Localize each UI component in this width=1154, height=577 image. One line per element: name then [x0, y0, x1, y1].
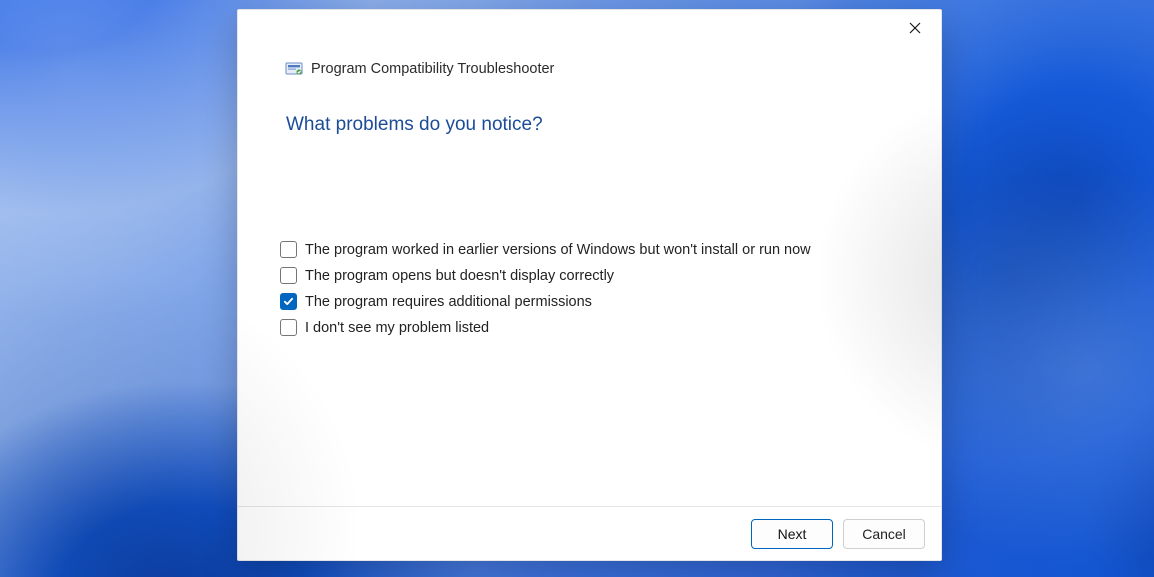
checkbox-icon — [280, 293, 297, 310]
option-label: The program requires additional permissi… — [305, 294, 592, 310]
checkbox-icon — [280, 267, 297, 284]
desktop-background: Program Compatibility Troubleshooter Wha… — [0, 0, 1154, 577]
close-icon — [909, 21, 921, 39]
troubleshooter-icon — [285, 60, 303, 78]
next-button[interactable]: Next — [751, 519, 833, 549]
checkbox-icon — [280, 319, 297, 336]
dialog-footer: Next Cancel — [238, 506, 941, 560]
option-label: The program opens but doesn't display co… — [305, 268, 614, 284]
cancel-button[interactable]: Cancel — [843, 519, 925, 549]
dialog-question: What problems do you notice? — [238, 78, 941, 136]
option-not-listed[interactable]: I don't see my problem listed — [280, 319, 941, 336]
option-label: I don't see my problem listed — [305, 320, 489, 336]
dialog-title: Program Compatibility Troubleshooter — [311, 61, 554, 77]
troubleshooter-window: Program Compatibility Troubleshooter Wha… — [237, 9, 942, 561]
checkbox-icon — [280, 241, 297, 258]
option-label: The program worked in earlier versions o… — [305, 242, 811, 258]
close-button[interactable] — [899, 16, 931, 44]
option-needs-permissions[interactable]: The program requires additional permissi… — [280, 293, 941, 310]
options-list: The program worked in earlier versions o… — [238, 136, 941, 336]
option-earlier-versions[interactable]: The program worked in earlier versions o… — [280, 241, 941, 258]
dialog-header: Program Compatibility Troubleshooter — [238, 10, 941, 78]
option-display-incorrect[interactable]: The program opens but doesn't display co… — [280, 267, 941, 284]
